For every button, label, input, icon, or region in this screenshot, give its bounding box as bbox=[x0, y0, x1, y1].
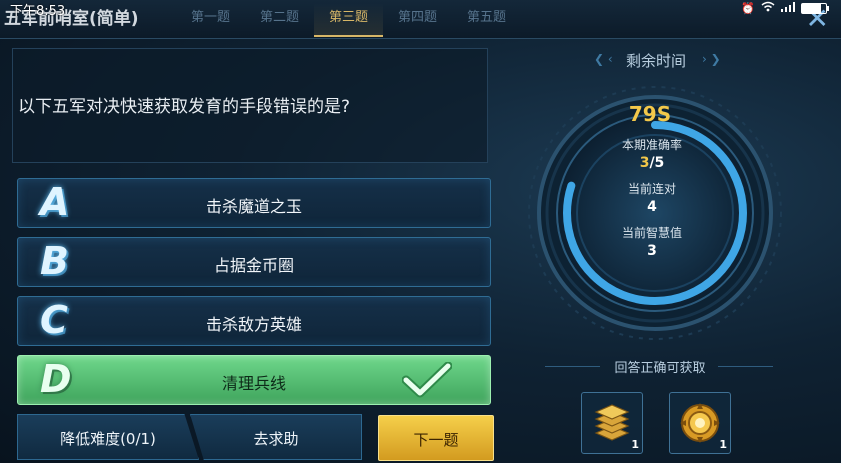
status-icons: ⏰ bbox=[741, 1, 829, 15]
tab-question-5[interactable]: 第五题 bbox=[452, 3, 521, 35]
reward-divider-right bbox=[718, 366, 773, 367]
battery-icon bbox=[801, 2, 829, 14]
status-time: 下午8:53 bbox=[10, 4, 66, 19]
accuracy-correct: 3 bbox=[639, 155, 650, 171]
timer-title: 剩余时间 bbox=[625, 52, 686, 70]
wisdom-label: 当前智慧值 bbox=[621, 226, 682, 240]
alarm-icon: ⏰ bbox=[741, 1, 755, 15]
reduce-difficulty-button[interactable]: 降低难度(0/1) bbox=[17, 414, 199, 460]
question-text: 以下五军对决快速获取发育的手段错误的是? bbox=[18, 97, 351, 117]
time-left: 79S bbox=[628, 102, 672, 126]
tab-question-4[interactable]: 第四题 bbox=[383, 3, 452, 35]
option-a[interactable]: A 击杀魔道之玉 bbox=[17, 178, 491, 228]
tab-question-1[interactable]: 第一题 bbox=[176, 3, 245, 35]
option-d[interactable]: D 清理兵线 bbox=[17, 355, 491, 405]
accuracy-total: /5 bbox=[649, 155, 665, 171]
ask-help-label: 去求助 bbox=[253, 430, 299, 448]
tab-question-2[interactable]: 第二题 bbox=[245, 3, 314, 35]
wifi-icon bbox=[761, 1, 775, 15]
next-question-label: 下一题 bbox=[413, 431, 459, 449]
option-text: 击杀魔道之玉 bbox=[205, 197, 302, 216]
option-text: 占据金币圈 bbox=[213, 256, 294, 275]
accuracy-value: 3/5 bbox=[592, 155, 712, 171]
signal-icon bbox=[781, 1, 795, 15]
streak-label: 当前连对 bbox=[627, 182, 676, 196]
ask-help-button[interactable]: 去求助 bbox=[190, 414, 362, 460]
option-text: 击杀敌方英雄 bbox=[205, 315, 302, 334]
question-tabs: 第一题 第二题 第三题 第四题 第五题 bbox=[176, 3, 521, 37]
wisdom-value: 3 bbox=[647, 243, 657, 259]
tab-question-3[interactable]: 第三题 bbox=[314, 3, 383, 37]
reward-item-coins[interactable]: 1 bbox=[581, 392, 643, 454]
reward-count: 1 bbox=[719, 438, 727, 451]
accuracy-label: 本期准确率 bbox=[621, 138, 682, 152]
option-b[interactable]: B 占据金币圈 bbox=[17, 237, 491, 287]
reduce-difficulty-label: 降低难度(0/1) bbox=[60, 430, 156, 448]
reward-item-badge[interactable]: 1 bbox=[669, 392, 731, 454]
streak-value: 4 bbox=[647, 199, 657, 215]
right-ornament-icon: › ❯ bbox=[702, 52, 721, 66]
reward-count: 1 bbox=[631, 438, 639, 451]
next-question-button[interactable]: 下一题 bbox=[378, 415, 494, 461]
option-c[interactable]: C 击杀敌方英雄 bbox=[17, 296, 491, 346]
checkmark-icon bbox=[402, 362, 452, 398]
